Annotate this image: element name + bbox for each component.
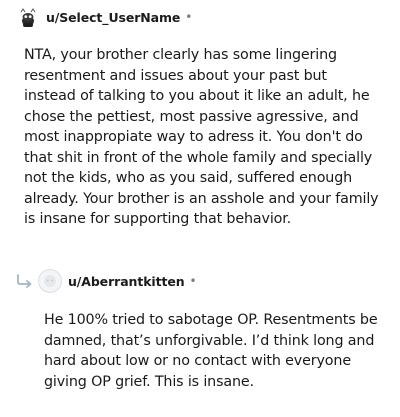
comment-1-header: u/Select_UserName •	[17, 5, 192, 29]
snoo-avatar-icon[interactable]	[17, 6, 39, 28]
separator-dot: •	[185, 10, 193, 24]
default-avatar-icon[interactable]	[38, 269, 62, 293]
comment-2-header: u/Aberrantkitten •	[15, 268, 197, 294]
separator-dot: •	[189, 274, 197, 288]
comment-2-body: He 100% tried to sabotage OP. Resentment…	[44, 312, 378, 390]
comment-1-author[interactable]: u/Select_UserName	[46, 10, 180, 25]
comment-2-author[interactable]: u/Aberrantkitten	[68, 274, 185, 289]
comment-1-body: NTA, your brother clearly has some linge…	[24, 47, 379, 227]
reply-arrow-icon	[15, 273, 35, 289]
